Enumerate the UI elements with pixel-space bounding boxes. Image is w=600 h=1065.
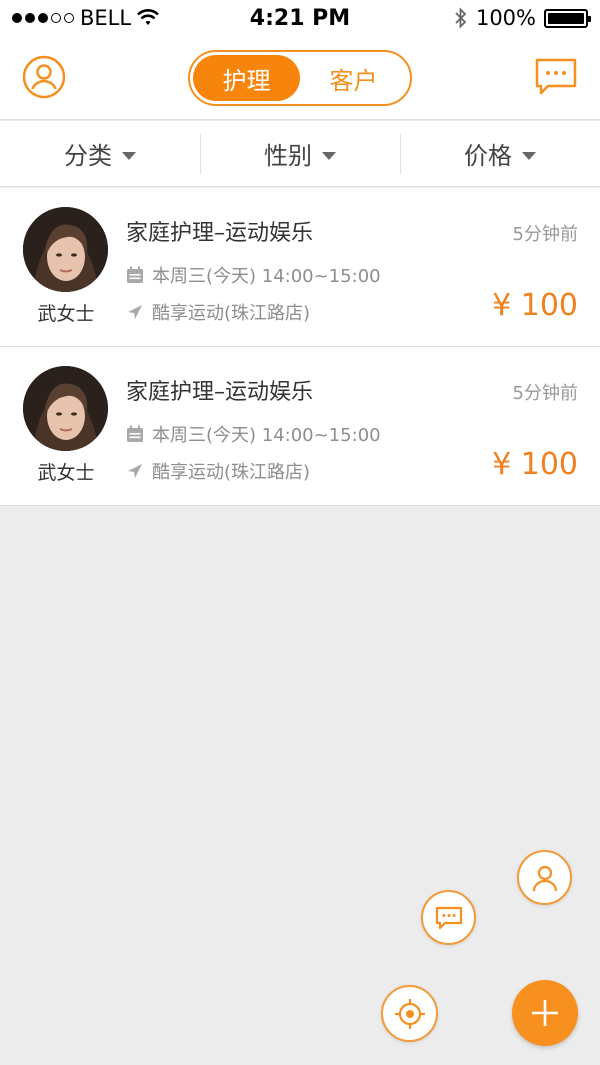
location-arrow-icon <box>128 305 142 319</box>
avatar <box>23 366 108 451</box>
listing-schedule: 本周三(今天) 14:00~15:00 <box>152 425 381 446</box>
filter-price[interactable]: 价格 <box>400 121 600 186</box>
location-row: 酷享运动(珠江路店) <box>126 299 310 325</box>
filter-gender-label: 性别 <box>264 142 312 170</box>
listing-title: 家庭护理–运动娱乐 <box>126 221 314 246</box>
user-icon <box>532 865 557 891</box>
plus-icon <box>532 1000 558 1026</box>
filter-gender[interactable]: 性别 <box>200 121 400 186</box>
fab-locate-button[interactable] <box>381 985 438 1042</box>
status-right: 100% <box>454 6 591 30</box>
user-name: 武女士 <box>37 303 95 325</box>
wifi-icon <box>137 9 160 25</box>
fab-user-button[interactable] <box>517 850 572 905</box>
schedule-row: 本周三(今天) 14:00~15:00 <box>126 262 381 288</box>
status-left: BELL <box>12 6 160 30</box>
chat-bubble-icon <box>535 58 577 95</box>
caret-down-icon <box>122 151 136 160</box>
location-arrow-icon <box>128 464 142 478</box>
schedule-row: 本周三(今天) 14:00~15:00 <box>126 421 381 447</box>
battery-percent: 100% <box>475 6 536 30</box>
listing-price: ¥ 100 <box>492 447 578 482</box>
battery-icon <box>544 8 591 28</box>
listing-schedule: 本周三(今天) 14:00~15:00 <box>152 266 381 287</box>
user-name: 武女士 <box>37 462 95 484</box>
listing-title: 家庭护理–运动娱乐 <box>126 380 314 405</box>
fab-chat-button[interactable] <box>421 890 476 945</box>
profile-button[interactable] <box>22 55 66 99</box>
status-bar: BELL 4:21 PM 100% <box>0 0 600 36</box>
tab-customer[interactable]: 客户 <box>300 55 407 101</box>
listing-card[interactable]: 武女士 家庭护理–运动娱乐 5分钟前 本周三(今天) 14:00~15:00 酷… <box>0 188 600 347</box>
filter-price-label: 价格 <box>464 142 512 170</box>
fab-add-button[interactable] <box>512 980 578 1046</box>
chat-icon <box>435 906 462 929</box>
segmented-control: 护理 客户 <box>188 50 412 106</box>
crosshair-icon <box>394 998 425 1029</box>
calendar-icon <box>127 266 143 283</box>
caret-down-icon <box>322 151 336 160</box>
caret-down-icon <box>522 151 536 160</box>
filter-category-label: 分类 <box>64 142 112 170</box>
listing-time-ago: 5分钟前 <box>512 224 578 245</box>
calendar-icon <box>127 425 143 442</box>
messages-button[interactable] <box>534 57 578 97</box>
listing-location: 酷享运动(珠江路店) <box>152 303 311 324</box>
listing-price: ¥ 100 <box>492 288 578 323</box>
listing-card[interactable]: 武女士 家庭护理–运动娱乐 5分钟前 本周三(今天) 14:00~15:00 酷… <box>0 347 600 506</box>
listing-time-ago: 5分钟前 <box>512 383 578 404</box>
tab-nursing[interactable]: 护理 <box>193 55 300 101</box>
carrier-label: BELL <box>80 6 132 30</box>
avatar <box>23 207 108 292</box>
filter-bar: 分类 性别 价格 <box>0 121 600 187</box>
user-circle-icon <box>22 55 66 99</box>
location-row: 酷享运动(珠江路店) <box>126 458 310 484</box>
bluetooth-icon <box>455 7 467 29</box>
signal-strength-icon <box>12 13 74 23</box>
filter-category[interactable]: 分类 <box>0 121 200 186</box>
listing-list: 武女士 家庭护理–运动娱乐 5分钟前 本周三(今天) 14:00~15:00 酷… <box>0 188 600 506</box>
listing-location: 酷享运动(珠江路店) <box>152 462 311 483</box>
nav-bar: 护理 客户 <box>0 36 600 120</box>
